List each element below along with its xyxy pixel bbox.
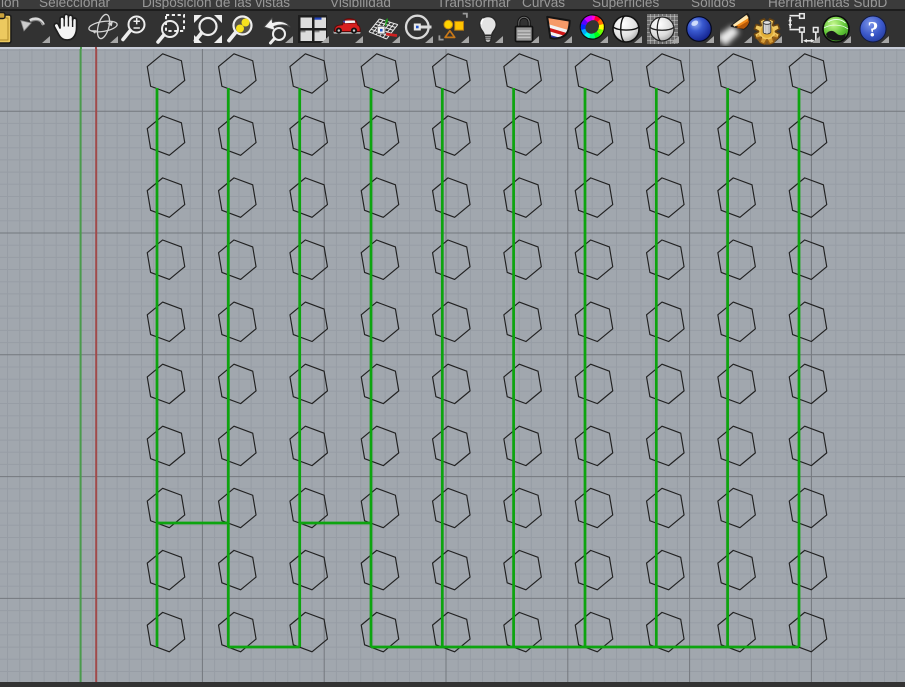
svg-text:?: ? xyxy=(868,16,879,41)
